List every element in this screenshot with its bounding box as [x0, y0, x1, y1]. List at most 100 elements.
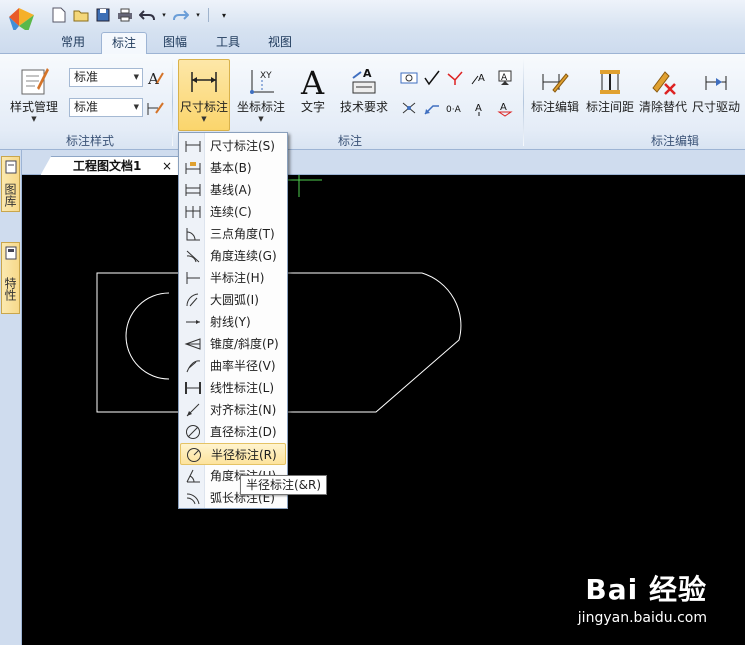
menu-item-taper[interactable]: 锥度/斜度(P) — [180, 333, 286, 355]
dimension-icon — [185, 141, 201, 152]
customize-qat-icon[interactable]: ▾ — [215, 6, 233, 24]
redo-dropdown-icon[interactable]: ▾ — [194, 6, 202, 24]
annotation-spacing-label: 标注间距 — [585, 100, 634, 114]
menu-item-label: 三点角度(T) — [210, 227, 275, 241]
undo-icon[interactable] — [138, 6, 156, 24]
taper-icon — [184, 338, 201, 350]
svg-text:A: A — [500, 102, 507, 113]
menu-item-label: 直径标注(D) — [210, 425, 277, 439]
menu-item-label: 锥度/斜度(P) — [210, 337, 279, 351]
menu-item-linear[interactable]: 线性标注(L) — [180, 377, 286, 399]
clear-override-icon — [652, 71, 676, 95]
tech-requirements-label: 技术要求 — [339, 100, 388, 114]
tooltip: 半径标注(&R) — [240, 475, 328, 495]
dimension-drive-button[interactable]: 尺寸驱动 — [690, 60, 742, 115]
new-file-icon[interactable] — [50, 6, 68, 24]
clear-override-button[interactable]: 清除替代 — [637, 60, 689, 115]
tab-annotation[interactable]: 标注 — [101, 32, 147, 54]
edit-group-label: 标注编辑 — [650, 134, 699, 148]
weld-symbol-icon[interactable] — [446, 69, 464, 87]
arrow-leader-icon[interactable] — [423, 99, 441, 117]
menu-item-angle-continuous[interactable]: 角度连续(G) — [180, 245, 286, 267]
aligned-dimension-icon — [186, 403, 200, 417]
side-tab-library[interactable]: 图库 — [1, 156, 20, 212]
open-folder-icon[interactable] — [72, 6, 90, 24]
menu-item-half-dimension[interactable]: 半标注(H) — [180, 267, 286, 289]
side-tab-properties[interactable]: 特性 — [1, 242, 20, 314]
document-tab-bar: 工程图文档1 × — [22, 150, 745, 176]
annotation-spacing-icon — [600, 70, 620, 94]
edit-annotation-button[interactable]: 标注编辑 — [528, 60, 582, 115]
text-style-combo[interactable]: 标准 ▼ — [69, 68, 143, 87]
menu-item-dimension[interactable]: 尺寸标注(S) — [180, 135, 286, 157]
menu-item-label: 线性标注(L) — [210, 381, 275, 395]
menu-item-ray[interactable]: 射线(Y) — [180, 311, 286, 333]
view-arrow-icon[interactable]: A — [496, 99, 514, 117]
text-style-value: 标准 — [74, 70, 99, 84]
watermark-url: jingyan.baidu.com — [577, 610, 707, 626]
tab-common[interactable]: 常用 — [52, 32, 94, 54]
ribbon-tabs: 常用 标注 图幅 工具 视图 — [0, 30, 745, 54]
text-a-icon: A — [300, 64, 325, 96]
undo-dropdown-icon[interactable]: ▾ — [160, 6, 168, 24]
menu-item-label: 基线(A) — [210, 183, 252, 197]
menu-item-curvature-radius[interactable]: 曲率半径(V) — [180, 355, 286, 377]
menu-item-diameter[interactable]: 直径标注(D) — [180, 421, 286, 443]
datum-icon[interactable]: A — [496, 69, 514, 87]
center-hole-icon[interactable]: 0·A — [446, 99, 464, 117]
dimension-drive-label: 尺寸驱动 — [691, 100, 740, 114]
coordinate-button[interactable]: XY 坐标标注 ▼ — [234, 60, 288, 123]
dimension-dropdown-menu: 尺寸标注(S) 基本(B) 基线(A) 连续(C) 三点角度(T) 角度连续(G… — [178, 132, 288, 509]
menu-item-label: 大圆弧(I) — [210, 293, 259, 307]
dimension-style-combo[interactable]: 标准 ▼ — [69, 98, 143, 117]
annotation-spacing-button[interactable]: 标注间距 — [584, 60, 636, 115]
title-bar: ▾ ▾ ▾ — [0, 0, 745, 32]
dimension-button[interactable]: 尺寸标注 ▼ — [178, 59, 230, 131]
part-number-icon[interactable] — [400, 69, 418, 87]
style-manage-label: 样式管理 — [9, 100, 58, 114]
menu-item-large-arc[interactable]: 大圆弧(I) — [180, 289, 286, 311]
angle-continuous-icon — [186, 250, 200, 263]
document-tab-title: 工程图文档1 — [73, 159, 142, 173]
chevron-down-icon: ▼ — [133, 73, 139, 81]
tech-requirements-button[interactable]: A 技术要求 — [336, 60, 392, 115]
dimension-drive-icon — [705, 76, 727, 90]
group-separator — [172, 58, 173, 146]
leader-text-icon[interactable]: A — [470, 69, 488, 87]
coordinate-label: 坐标标注 — [236, 100, 285, 114]
ribbon-panel: 样式管理 ▼ 标准 ▼ 标准 ▼ A 标注样式 尺寸标注 ▼ XY 坐标标注 ▼ A… — [0, 54, 745, 150]
sequence-icon[interactable] — [400, 99, 418, 117]
menu-item-radius[interactable]: 半径标注(R) — [180, 443, 286, 465]
text-label: 文字 — [300, 100, 325, 114]
tab-frame[interactable]: 图幅 — [154, 32, 196, 54]
document-tab[interactable]: 工程图文档1 × — [40, 156, 180, 176]
tab-tools[interactable]: 工具 — [207, 32, 249, 54]
roughness-icon[interactable] — [423, 69, 441, 87]
menu-item-label: 射线(Y) — [210, 315, 251, 329]
menu-item-aligned[interactable]: 对齐标注(N) — [180, 399, 286, 421]
diameter-icon — [186, 425, 200, 439]
menu-item-label: 尺寸标注(S) — [210, 139, 275, 153]
cut-arrow-icon[interactable]: A — [470, 99, 488, 117]
menu-item-baseline[interactable]: 基线(A) — [180, 179, 286, 201]
curvature-radius-icon — [186, 360, 201, 373]
chevron-down-icon: ▼ — [31, 115, 37, 123]
tab-view[interactable]: 视图 — [259, 32, 301, 54]
menu-item-three-point-angle[interactable]: 三点角度(T) — [180, 223, 286, 245]
redo-icon[interactable] — [172, 6, 190, 24]
menu-item-label: 基本(B) — [210, 161, 252, 175]
close-icon[interactable]: × — [162, 157, 172, 175]
side-tab-properties-label: 特性 — [3, 277, 17, 301]
continuous-icon — [185, 206, 201, 218]
menu-item-basic[interactable]: 基本(B) — [180, 157, 286, 179]
dimension-style-icon[interactable] — [146, 99, 164, 117]
text-style-icon[interactable]: A — [146, 69, 164, 87]
menu-item-continuous[interactable]: 连续(C) — [180, 201, 286, 223]
style-manage-button[interactable]: 样式管理 ▼ — [6, 60, 62, 123]
text-button[interactable]: A 文字 — [294, 60, 332, 115]
properties-icon — [5, 246, 17, 260]
print-icon[interactable] — [116, 6, 134, 24]
dimension-style-value: 标准 — [74, 100, 99, 114]
save-icon[interactable] — [94, 6, 112, 24]
side-tab-library-label: 图库 — [3, 183, 17, 207]
